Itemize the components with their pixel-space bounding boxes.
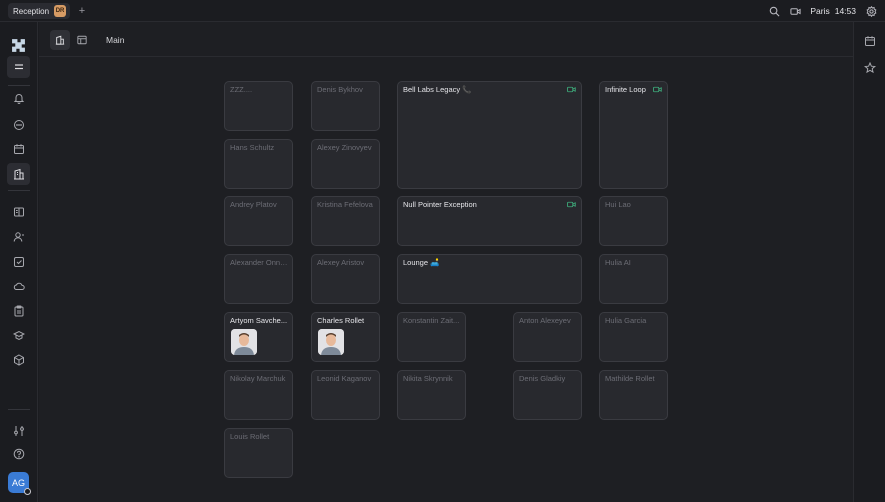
nav-separator xyxy=(8,85,30,86)
room-card[interactable]: Denis Gladkiy xyxy=(513,370,582,420)
tab-label: Reception xyxy=(13,6,50,16)
office-icon[interactable] xyxy=(7,163,30,185)
room-card[interactable]: Hulia Garcia xyxy=(599,312,668,362)
room-card[interactable]: Null Pointer Exception xyxy=(397,196,582,246)
room-card[interactable]: Bell Labs Legacy 📞 xyxy=(397,81,582,189)
room-name: Hulia Garcia xyxy=(605,316,647,325)
cloud-icon[interactable] xyxy=(7,275,30,297)
chat-icon[interactable] xyxy=(7,114,30,136)
room-name: Nikolay Marchuk xyxy=(230,374,286,383)
book-icon[interactable] xyxy=(7,201,30,223)
room-name: Hui Lao xyxy=(605,200,631,209)
bell-icon[interactable] xyxy=(7,87,30,109)
contacts-icon[interactable] xyxy=(7,226,30,248)
avatar[interactable]: AG xyxy=(8,472,31,495)
room-name: Konstantin Zait... xyxy=(403,316,460,325)
tasks-icon[interactable] xyxy=(7,251,30,273)
clock: Paris 14:53 xyxy=(810,6,856,16)
tab-badge: DR xyxy=(54,5,67,17)
room-name: Denis Bykhov xyxy=(317,85,363,94)
tab-reception[interactable]: Reception DR xyxy=(8,3,71,19)
room-name: Andrey Platov xyxy=(230,200,277,209)
room-card[interactable]: Anton Alexeyev xyxy=(513,312,582,362)
right-panel xyxy=(853,22,885,502)
room-name: Denis Gladkiy xyxy=(519,374,566,383)
logo-icon[interactable] xyxy=(7,34,30,56)
camera-icon xyxy=(653,86,662,93)
room-card[interactable]: Hans Schultz xyxy=(224,139,293,189)
star-icon[interactable] xyxy=(864,62,876,74)
room-card[interactable]: Andrey Platov xyxy=(224,196,293,246)
calendar-icon[interactable] xyxy=(864,35,876,47)
room-card[interactable]: Kristina Fefelova xyxy=(311,196,380,246)
room-name: Hulia AI xyxy=(605,258,631,267)
room-name: Artyom Savche... xyxy=(230,316,288,325)
room-card[interactable]: Denis Bykhov xyxy=(311,81,380,131)
room-name: Charles Rollet xyxy=(317,316,365,325)
nav-separator xyxy=(8,409,30,410)
room-card[interactable]: Louis Rollet xyxy=(224,428,293,478)
room-name: Hans Schultz xyxy=(230,143,275,152)
room-card[interactable]: Leonid Kaganov xyxy=(311,370,380,420)
table-view-button[interactable] xyxy=(72,30,92,50)
clock-time: 14:53 xyxy=(834,6,856,16)
room-name: Nikita Skrynnik xyxy=(403,374,453,383)
room-name: Alexey Zinovyev xyxy=(317,143,372,152)
room-name: Anton Alexeyev xyxy=(519,316,571,325)
gear-icon[interactable] xyxy=(865,5,877,17)
room-card[interactable]: Alexey Aristov xyxy=(311,254,380,304)
room-name: Alexey Aristov xyxy=(317,258,365,267)
help-icon[interactable] xyxy=(7,443,30,465)
video-icon[interactable] xyxy=(789,5,801,17)
room-card[interactable]: ZZZ.... xyxy=(224,81,293,131)
education-icon[interactable] xyxy=(7,324,30,346)
room-card[interactable]: Alexey Zinovyev xyxy=(311,139,380,189)
box-icon[interactable] xyxy=(7,349,30,371)
room-card[interactable]: Hulia AI xyxy=(599,254,668,304)
room-name: Mathilde Rollet xyxy=(605,374,655,383)
room-name: Alexander Onnik... xyxy=(230,258,288,267)
room-card[interactable]: Hui Lao xyxy=(599,196,668,246)
room-name: Leonid Kaganov xyxy=(317,374,372,383)
office-view-button[interactable] xyxy=(50,30,70,50)
participant-photo xyxy=(318,329,344,355)
search-icon[interactable] xyxy=(768,5,780,17)
room-card[interactable]: Konstantin Zait... xyxy=(397,312,466,362)
room-card[interactable]: Mathilde Rollet xyxy=(599,370,668,420)
room-card[interactable]: Nikita Skrynnik xyxy=(397,370,466,420)
avatar-initials: AG xyxy=(11,477,25,488)
clock-city: Paris xyxy=(810,6,830,16)
menu-icon[interactable] xyxy=(7,56,30,78)
room-card[interactable]: Nikolay Marchuk xyxy=(224,370,293,420)
room-name: Louis Rollet xyxy=(230,432,270,441)
room-card[interactable]: Lounge 🛋️ xyxy=(397,254,582,304)
floor-toolbar: Main xyxy=(39,22,853,57)
status-indicator xyxy=(24,488,31,495)
calendar-icon[interactable] xyxy=(7,138,30,160)
room-name: Null Pointer Exception xyxy=(403,200,477,209)
room-name: Lounge 🛋️ xyxy=(403,258,440,267)
room-card[interactable]: Infinite Loop xyxy=(599,81,668,189)
camera-icon xyxy=(567,86,576,93)
top-right-controls: Paris 14:53 xyxy=(768,4,877,18)
participant-photo xyxy=(231,329,257,355)
camera-icon xyxy=(567,201,576,208)
top-bar: Reception DR + Paris 14:53 xyxy=(0,0,885,22)
office-floor-view: Main ZZZ.... Denis Bykhov Bell Labs Legacy… xyxy=(39,22,853,502)
room-card[interactable]: Alexander Onnik... xyxy=(224,254,293,304)
add-tab-button[interactable]: + xyxy=(76,4,88,18)
room-card[interactable]: Artyom Savche... xyxy=(224,312,293,362)
room-name: Kristina Fefelova xyxy=(317,200,373,209)
left-navigation: AG xyxy=(0,22,38,502)
room-name: ZZZ.... xyxy=(230,85,253,94)
clipboard-icon[interactable] xyxy=(7,300,30,322)
settings-sliders-icon[interactable] xyxy=(7,420,30,442)
room-card[interactable]: Charles Rollet xyxy=(311,312,380,362)
room-name: Bell Labs Legacy 📞 xyxy=(403,85,472,94)
nav-separator xyxy=(8,190,30,191)
floor-title: Main xyxy=(106,35,125,45)
